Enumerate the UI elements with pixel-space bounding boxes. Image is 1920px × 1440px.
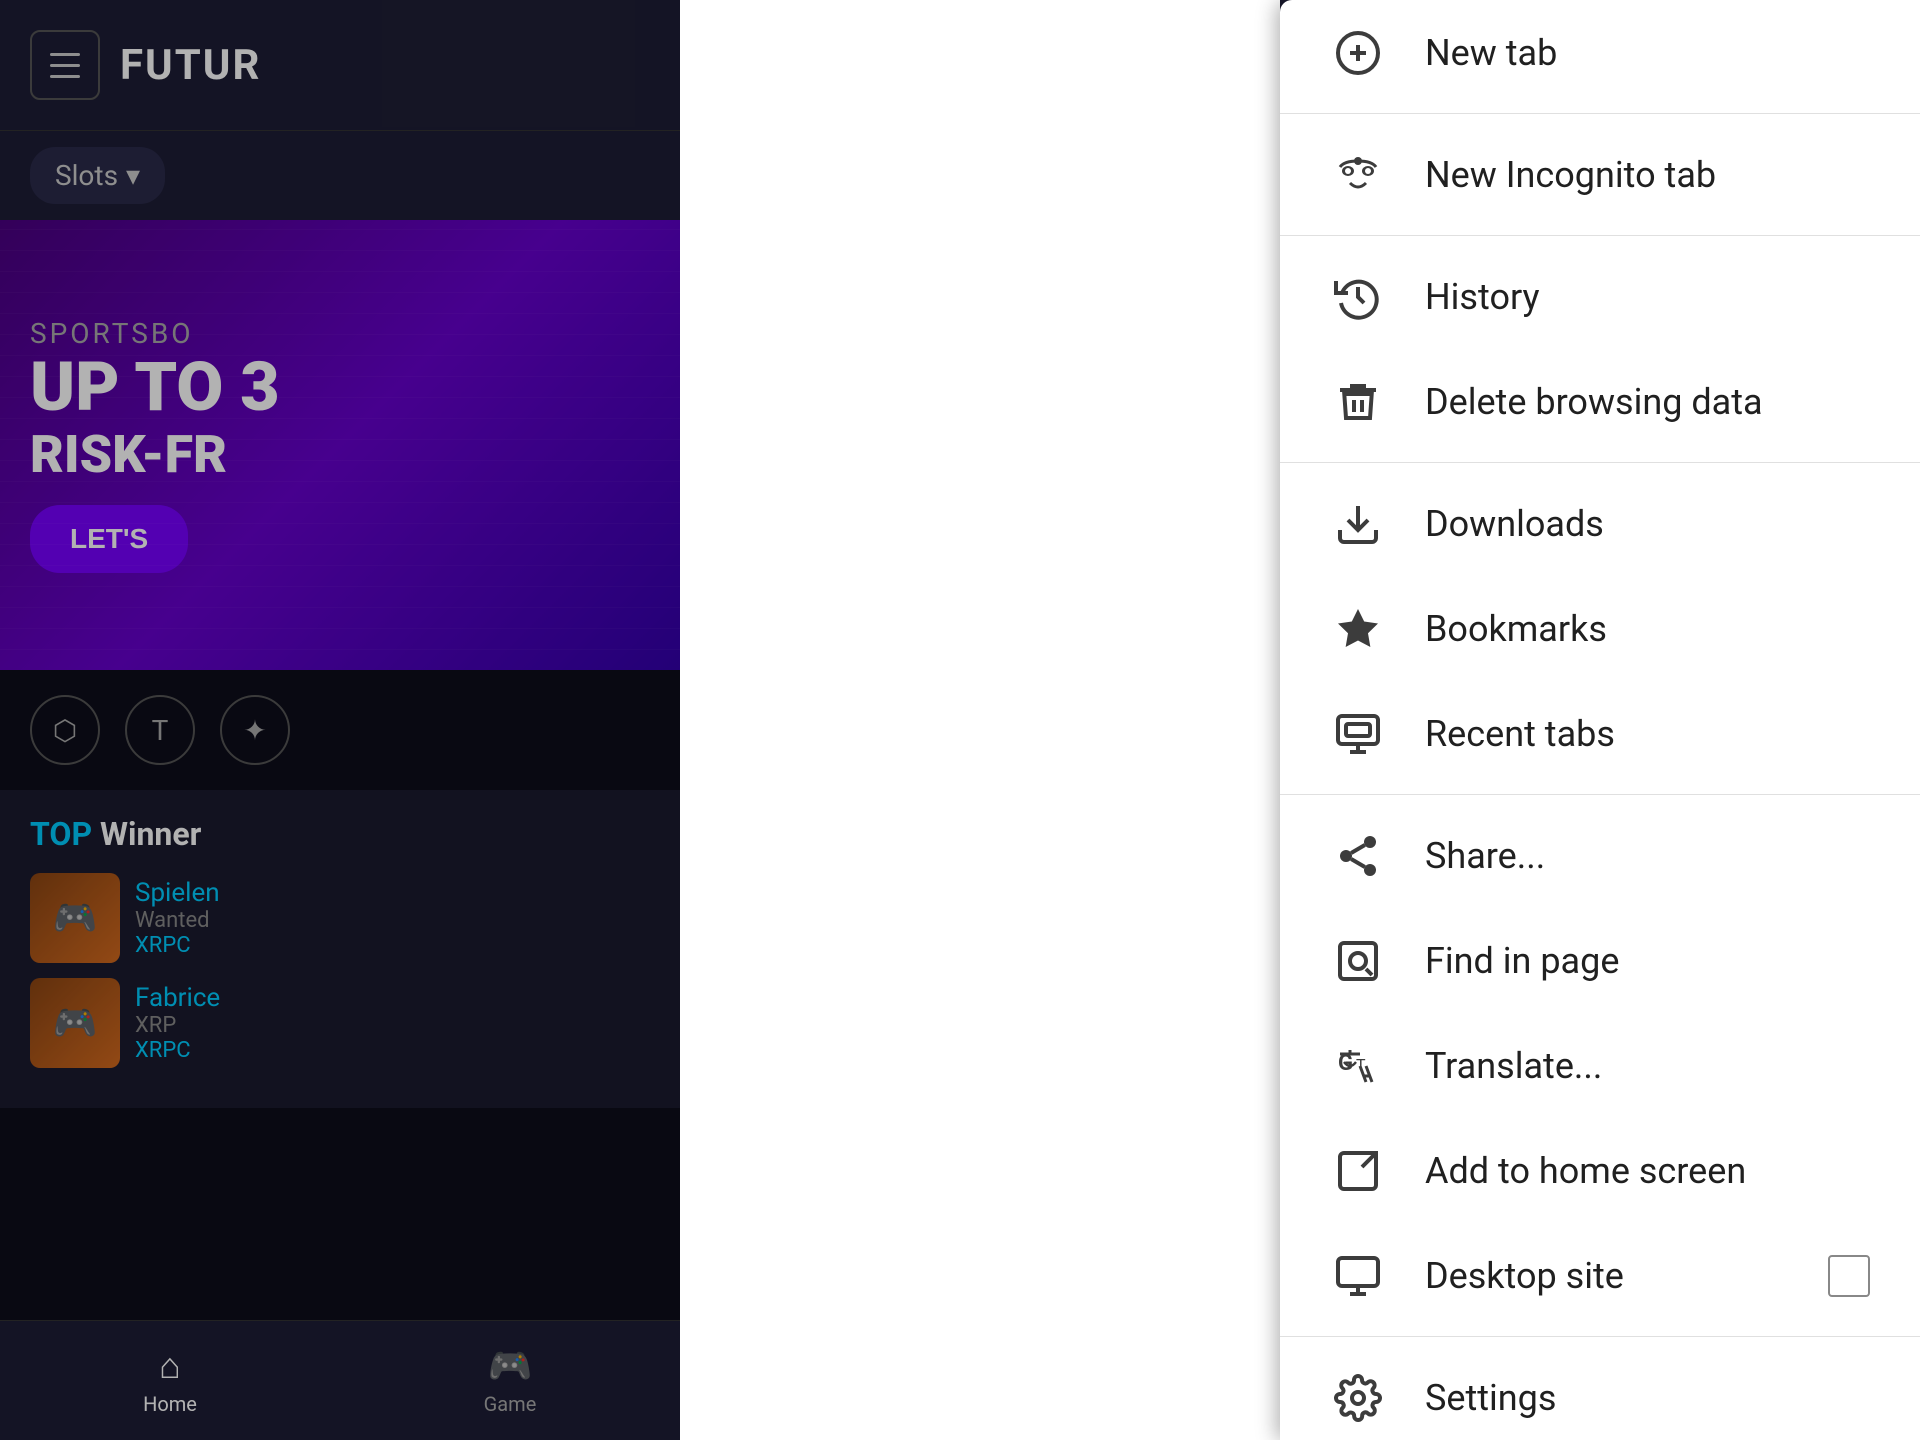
chrome-dropdown-menu: New tab New Incognito tab Hi xyxy=(1280,0,1920,1440)
menu-item-share[interactable]: Share... xyxy=(1280,803,1920,908)
downloads-label: Downloads xyxy=(1425,503,1870,545)
new-incognito-tab-label: New Incognito tab xyxy=(1425,154,1870,196)
desktop-icon xyxy=(1330,1248,1385,1303)
translate-icon: G T xyxy=(1330,1038,1385,1093)
add-to-home-screen-label: Add to home screen xyxy=(1425,1150,1870,1192)
settings-label: Settings xyxy=(1425,1377,1870,1419)
menu-item-downloads[interactable]: Downloads xyxy=(1280,471,1920,576)
desktop-site-label: Desktop site xyxy=(1425,1255,1788,1297)
desktop-site-checkbox[interactable] xyxy=(1828,1255,1870,1297)
recent-tabs-icon xyxy=(1330,706,1385,761)
incognito-icon xyxy=(1330,147,1385,202)
trash-icon xyxy=(1330,374,1385,429)
divider-1 xyxy=(1280,235,1920,236)
divider-3 xyxy=(1280,794,1920,795)
menu-item-translate[interactable]: G T Translate... xyxy=(1280,1013,1920,1118)
bookmarks-label: Bookmarks xyxy=(1425,608,1870,650)
menu-item-new-tab[interactable]: New tab xyxy=(1280,0,1920,105)
menu-item-recent-tabs[interactable]: Recent tabs xyxy=(1280,681,1920,786)
delete-browsing-data-label: Delete browsing data xyxy=(1425,381,1870,423)
find-in-page-label: Find in page xyxy=(1425,940,1870,982)
divider-0 xyxy=(1280,113,1920,114)
menu-item-find-in-page[interactable]: Find in page xyxy=(1280,908,1920,1013)
star-icon xyxy=(1330,601,1385,656)
history-icon xyxy=(1330,269,1385,324)
share-label: Share... xyxy=(1425,835,1870,877)
menu-item-desktop-site[interactable]: Desktop site xyxy=(1280,1223,1920,1328)
history-label: History xyxy=(1425,276,1870,318)
menu-item-history[interactable]: History xyxy=(1280,244,1920,349)
menu-item-delete-browsing-data[interactable]: Delete browsing data xyxy=(1280,349,1920,454)
download-icon xyxy=(1330,496,1385,551)
divider-4 xyxy=(1280,1336,1920,1337)
divider-2 xyxy=(1280,462,1920,463)
add-home-icon xyxy=(1330,1143,1385,1198)
plus-circle-icon xyxy=(1330,25,1385,80)
recent-tabs-label: Recent tabs xyxy=(1425,713,1870,755)
menu-item-settings[interactable]: Settings xyxy=(1280,1345,1920,1440)
translate-label: Translate... xyxy=(1425,1045,1870,1087)
find-icon xyxy=(1330,933,1385,988)
share-icon xyxy=(1330,828,1385,883)
menu-item-bookmarks[interactable]: Bookmarks xyxy=(1280,576,1920,681)
menu-overlay[interactable] xyxy=(0,0,680,1440)
new-tab-label: New tab xyxy=(1425,32,1870,74)
menu-item-new-incognito-tab[interactable]: New Incognito tab xyxy=(1280,122,1920,227)
settings-icon xyxy=(1330,1370,1385,1425)
right-space xyxy=(680,0,1280,1440)
menu-item-add-to-home-screen[interactable]: Add to home screen xyxy=(1280,1118,1920,1223)
